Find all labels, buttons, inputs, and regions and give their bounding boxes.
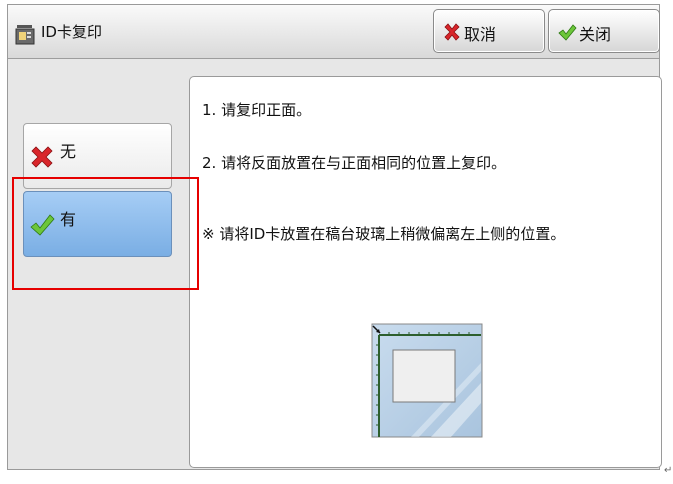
platen-glass-illustration xyxy=(371,323,483,438)
close-button-label: 关闭 xyxy=(579,25,612,44)
check-icon xyxy=(30,214,55,236)
page-title: ID卡复印 xyxy=(41,23,102,41)
option-none-label: 无 xyxy=(60,142,77,161)
x-icon xyxy=(444,23,460,41)
instruction-line-1: 1. 请复印正面。 xyxy=(202,101,312,119)
instruction-line-2: 2. 请将反面放置在与正面相同的位置上复印。 xyxy=(202,154,507,172)
dialog-window: ID卡复印 取消 关闭 无 有 1. 请复印正面。 2. 请将反面放置在与正面相… xyxy=(7,4,662,470)
instruction-panel: 1. 请复印正面。 2. 请将反面放置在与正面相同的位置上复印。 ※ 请将ID卡… xyxy=(189,76,662,468)
check-icon xyxy=(558,24,577,41)
option-yes-label: 有 xyxy=(60,210,77,229)
option-none-button[interactable]: 无 xyxy=(23,123,172,189)
title-bar: ID卡复印 取消 关闭 xyxy=(8,5,660,59)
close-button[interactable]: 关闭 xyxy=(548,9,660,53)
cancel-button[interactable]: 取消 xyxy=(433,9,545,53)
id-card-copy-icon xyxy=(15,25,35,45)
x-icon xyxy=(31,146,53,168)
cancel-button-label: 取消 xyxy=(464,25,497,44)
option-yes-button[interactable]: 有 xyxy=(23,191,172,257)
return-mark: ↵ xyxy=(664,465,673,476)
instruction-note: ※ 请将ID卡放置在稿台玻璃上稍微偏离左上侧的位置。 xyxy=(202,225,566,243)
